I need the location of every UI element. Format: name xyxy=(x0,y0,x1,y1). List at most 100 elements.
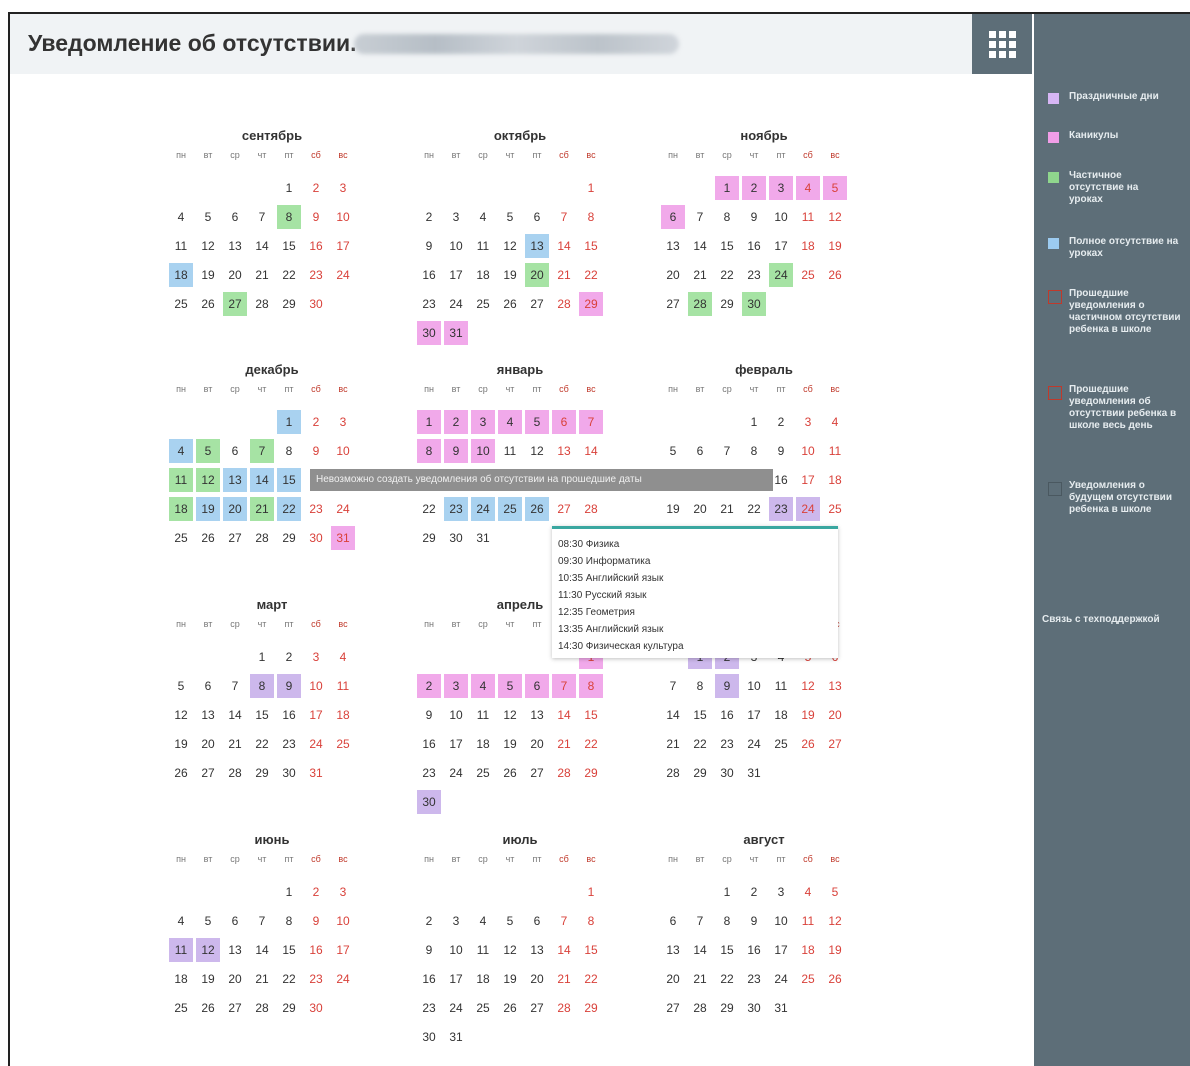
calendar-day[interactable]: 19 xyxy=(661,497,685,521)
calendar-day[interactable]: 14 xyxy=(250,234,274,258)
calendar-day[interactable]: 1 xyxy=(417,410,441,434)
calendar-day[interactable]: 29 xyxy=(579,292,603,316)
calendar-day[interactable]: 29 xyxy=(277,996,301,1020)
calendar-day[interactable]: 16 xyxy=(304,234,328,258)
calendar-day[interactable]: 21 xyxy=(250,967,274,991)
calendar-day[interactable]: 19 xyxy=(196,263,220,287)
calendar-day[interactable]: 15 xyxy=(250,703,274,727)
calendar-day[interactable]: 5 xyxy=(169,674,193,698)
calendar-day[interactable]: 26 xyxy=(796,732,820,756)
calendar-day[interactable]: 6 xyxy=(223,439,247,463)
calendar-day[interactable]: 18 xyxy=(823,468,847,492)
apps-grid-button[interactable] xyxy=(972,14,1032,74)
calendar-day[interactable]: 13 xyxy=(661,938,685,962)
calendar-day[interactable]: 24 xyxy=(331,497,355,521)
calendar-day[interactable]: 25 xyxy=(471,996,495,1020)
calendar-day[interactable]: 6 xyxy=(688,439,712,463)
calendar-day[interactable]: 3 xyxy=(471,410,495,434)
calendar-day[interactable]: 28 xyxy=(552,292,576,316)
calendar-day[interactable]: 18 xyxy=(169,263,193,287)
calendar-day[interactable]: 22 xyxy=(579,732,603,756)
calendar-day[interactable]: 18 xyxy=(796,234,820,258)
calendar-day[interactable]: 25 xyxy=(498,497,522,521)
calendar-day[interactable]: 13 xyxy=(525,703,549,727)
calendar-day[interactable]: 1 xyxy=(277,176,301,200)
calendar-day[interactable]: 30 xyxy=(277,761,301,785)
calendar-day[interactable]: 23 xyxy=(304,967,328,991)
calendar-day[interactable]: 31 xyxy=(471,526,495,550)
calendar-day[interactable]: 24 xyxy=(769,263,793,287)
calendar-day[interactable]: 1 xyxy=(715,176,739,200)
support-link[interactable]: Связь с техподдержкой xyxy=(1042,614,1160,625)
calendar-day[interactable]: 22 xyxy=(688,732,712,756)
calendar-day[interactable]: 12 xyxy=(796,674,820,698)
calendar-day[interactable]: 9 xyxy=(742,909,766,933)
calendar-day[interactable]: 11 xyxy=(796,205,820,229)
calendar-day[interactable]: 26 xyxy=(196,292,220,316)
calendar-day[interactable]: 27 xyxy=(223,292,247,316)
calendar-day[interactable]: 19 xyxy=(796,703,820,727)
calendar-day[interactable]: 10 xyxy=(331,439,355,463)
calendar-day[interactable]: 4 xyxy=(471,909,495,933)
calendar-day[interactable]: 12 xyxy=(498,234,522,258)
calendar-day[interactable]: 5 xyxy=(196,439,220,463)
calendar-day[interactable]: 2 xyxy=(277,645,301,669)
calendar-day[interactable]: 7 xyxy=(688,909,712,933)
calendar-day[interactable]: 17 xyxy=(444,732,468,756)
calendar-day[interactable]: 2 xyxy=(417,909,441,933)
calendar-day[interactable]: 9 xyxy=(769,439,793,463)
calendar-day[interactable]: 21 xyxy=(688,263,712,287)
calendar-day[interactable]: 16 xyxy=(417,967,441,991)
calendar-day[interactable]: 7 xyxy=(250,439,274,463)
calendar-day[interactable]: 7 xyxy=(552,674,576,698)
calendar-day[interactable]: 30 xyxy=(417,790,441,814)
calendar-day[interactable]: 26 xyxy=(169,761,193,785)
calendar-day[interactable]: 2 xyxy=(417,205,441,229)
calendar-day[interactable]: 8 xyxy=(579,909,603,933)
calendar-day[interactable]: 7 xyxy=(250,909,274,933)
calendar-day[interactable]: 15 xyxy=(715,234,739,258)
calendar-day[interactable]: 29 xyxy=(277,526,301,550)
calendar-day[interactable]: 12 xyxy=(169,703,193,727)
calendar-day[interactable]: 11 xyxy=(471,234,495,258)
calendar-day[interactable]: 15 xyxy=(277,234,301,258)
calendar-day[interactable]: 3 xyxy=(331,176,355,200)
calendar-day[interactable]: 6 xyxy=(661,205,685,229)
calendar-day[interactable]: 30 xyxy=(742,996,766,1020)
calendar-day[interactable]: 13 xyxy=(525,938,549,962)
calendar-day[interactable]: 4 xyxy=(169,205,193,229)
calendar-day[interactable]: 25 xyxy=(769,732,793,756)
calendar-day[interactable]: 31 xyxy=(331,526,355,550)
calendar-day[interactable]: 8 xyxy=(715,205,739,229)
calendar-day[interactable]: 4 xyxy=(498,410,522,434)
calendar-day[interactable]: 30 xyxy=(742,292,766,316)
calendar-day[interactable]: 18 xyxy=(769,703,793,727)
calendar-day[interactable]: 8 xyxy=(277,205,301,229)
calendar-day[interactable]: 20 xyxy=(661,967,685,991)
calendar-day[interactable]: 20 xyxy=(688,497,712,521)
calendar-day[interactable]: 17 xyxy=(444,967,468,991)
calendar-day[interactable]: 29 xyxy=(715,292,739,316)
calendar-day[interactable]: 13 xyxy=(552,439,576,463)
calendar-day[interactable]: 10 xyxy=(331,205,355,229)
calendar-day[interactable]: 26 xyxy=(196,526,220,550)
calendar-day[interactable]: 12 xyxy=(196,938,220,962)
calendar-day[interactable]: 30 xyxy=(304,996,328,1020)
calendar-day[interactable]: 30 xyxy=(304,526,328,550)
calendar-day[interactable]: 4 xyxy=(823,410,847,434)
calendar-day[interactable]: 2 xyxy=(444,410,468,434)
calendar-day[interactable]: 23 xyxy=(742,967,766,991)
calendar-day[interactable]: 6 xyxy=(552,410,576,434)
calendar-day[interactable]: 16 xyxy=(304,938,328,962)
calendar-day[interactable]: 8 xyxy=(277,909,301,933)
calendar-day[interactable]: 23 xyxy=(715,732,739,756)
calendar-day[interactable]: 23 xyxy=(742,263,766,287)
calendar-day[interactable]: 6 xyxy=(525,205,549,229)
calendar-day[interactable]: 5 xyxy=(498,674,522,698)
calendar-day[interactable]: 15 xyxy=(579,938,603,962)
calendar-day[interactable]: 5 xyxy=(823,176,847,200)
calendar-day[interactable]: 31 xyxy=(444,321,468,345)
calendar-day[interactable]: 15 xyxy=(277,938,301,962)
calendar-day[interactable]: 23 xyxy=(304,497,328,521)
calendar-day[interactable]: 27 xyxy=(223,526,247,550)
